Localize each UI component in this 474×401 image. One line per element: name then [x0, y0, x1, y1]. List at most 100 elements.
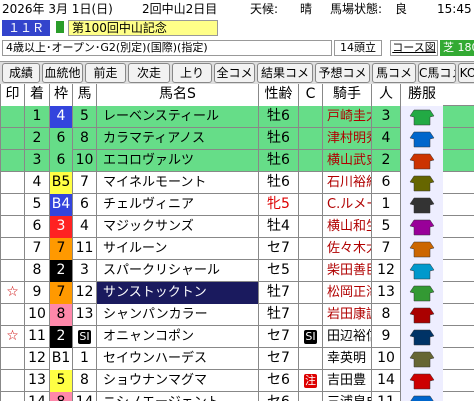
horse-name-cell[interactable]: マイネルモーント: [96, 172, 258, 194]
toolbar-tab-9[interactable]: C馬コメ: [418, 63, 456, 83]
waku-cell: 2: [49, 326, 72, 348]
mark-cell[interactable]: [0, 128, 24, 150]
mark-cell[interactable]: [0, 106, 24, 128]
mark-cell[interactable]: [0, 150, 24, 172]
sex-age-cell: セ7: [258, 238, 298, 260]
horse-name-cell[interactable]: チェルヴィニア: [96, 194, 258, 216]
comment-flag-cell: [298, 282, 322, 304]
table-row[interactable]: 7711サイルーンセ7佐々木大7: [0, 238, 474, 260]
horse-name-cell[interactable]: セイウンハーデス: [96, 348, 258, 370]
jockey-cell[interactable]: 松岡正海: [322, 282, 371, 304]
jockey-cell[interactable]: 石川裕紀: [322, 172, 371, 194]
jockey-cell[interactable]: 柴田善臣: [322, 260, 371, 282]
waku-cell: B5: [49, 172, 72, 194]
toolbar-tab-5[interactable]: 全コメ: [214, 63, 255, 83]
table-row[interactable]: 10813シャンパンカラー牡7岩田康誠8: [0, 304, 474, 326]
sex-age-cell: セ6: [258, 370, 298, 392]
table-row[interactable]: ☆9712サンストックトン牡7 松岡正海13: [0, 282, 474, 304]
silk-icon: [400, 260, 443, 282]
table-row[interactable]: 5B46チェルヴィニア牝5 C.ルメー1: [0, 194, 474, 216]
jockey-cell[interactable]: 横山武史: [322, 150, 371, 172]
jockey-cell[interactable]: 津村明秀: [322, 128, 371, 150]
waku-cell: 7: [49, 238, 72, 260]
horse-name-cell[interactable]: マジックサンズ: [96, 216, 258, 238]
umaban-cell: 13: [72, 304, 96, 326]
table-row[interactable]: 145レーベンスティール牡6 戸崎圭太3: [0, 106, 474, 128]
table-row[interactable]: 3610エコロヴァルツ牡6 横山武史2: [0, 150, 474, 172]
horse-name-cell[interactable]: サイルーン: [96, 238, 258, 260]
waku-cell: 6: [49, 150, 72, 172]
jockey-cell[interactable]: 吉田豊: [322, 370, 371, 392]
mark-cell[interactable]: ☆: [0, 282, 24, 304]
jockey-cell[interactable]: 戸崎圭太: [322, 106, 371, 128]
waku-cell: 6: [49, 128, 72, 150]
toolbar-tab-8[interactable]: 馬コメ: [372, 63, 416, 83]
silk-icon: [400, 216, 443, 238]
table-row[interactable]: 634マジックサンズ牡4 横山和生5: [0, 216, 474, 238]
jockey-cell[interactable]: 田辺裕信: [322, 326, 371, 348]
horse-name-cell[interactable]: オニャンコポン: [96, 326, 258, 348]
popularity-cell: 5: [371, 216, 400, 238]
table-row[interactable]: 268カラマティアノス牡6 津村明秀4: [0, 128, 474, 150]
jockey-cell[interactable]: 横山和生: [322, 216, 371, 238]
comment-flag-cell: SI: [298, 326, 322, 348]
race-conditions: 4歳以上･オープン･G2(別定)(国際)(指定): [2, 40, 332, 56]
comment-flag-cell: [298, 216, 322, 238]
race-conditions-bar: 4歳以上･オープン･G2(別定)(国際)(指定) 14頭立 コース図 芝 180…: [0, 38, 474, 58]
col-header-4: 馬名S: [96, 84, 258, 106]
horse-name-cell[interactable]: ショウナンマグマ: [96, 370, 258, 392]
finish-cell: 11: [24, 326, 49, 348]
flag-tag: 注: [304, 374, 317, 388]
popularity-cell: 10: [371, 348, 400, 370]
comment-flag-cell: [298, 150, 322, 172]
toolbar-tab-10[interactable]: KO: [458, 63, 474, 83]
table-row[interactable]: 13 5 8 ショウナンマグマ セ6 注吉田豊 14: [0, 370, 474, 392]
horse-name-cell[interactable]: スパークリシャール: [96, 260, 258, 282]
surface-badge: 芝 1800: [440, 40, 474, 56]
horse-name-cell[interactable]: サンストックトン: [96, 282, 258, 304]
jockey-cell[interactable]: 岩田康誠: [322, 304, 371, 326]
jockey-cell[interactable]: 三浦皇成: [322, 392, 371, 401]
silk-icon: [400, 282, 443, 304]
mark-cell[interactable]: [0, 392, 24, 401]
jockey-cell[interactable]: 佐々木大: [322, 238, 371, 260]
table-row[interactable]: 12 B1 1 セイウンハーデス セ7 幸英明 10: [0, 348, 474, 370]
horse-name-cell[interactable]: シャンパンカラー: [96, 304, 258, 326]
horse-name-cell[interactable]: レーベンスティール: [96, 106, 258, 128]
mark-cell[interactable]: [0, 260, 24, 282]
mark-cell[interactable]: [0, 172, 24, 194]
mark-cell[interactable]: ☆: [0, 326, 24, 348]
table-row[interactable]: 14814ニシノエージェントセ6三浦皇成11: [0, 392, 474, 401]
waku-cell: 4: [49, 106, 72, 128]
toolbar-tab-0[interactable]: 成績: [2, 63, 40, 83]
mark-cell[interactable]: [0, 238, 24, 260]
finish-cell: 10: [24, 304, 49, 326]
mark-cell[interactable]: [0, 370, 24, 392]
toolbar-tab-3[interactable]: 次走: [128, 63, 170, 83]
race-title: 第100回中山記念: [68, 20, 218, 36]
toolbar-tab-6[interactable]: 結果コメ: [257, 63, 313, 83]
grade-icon: [56, 21, 64, 33]
sex-age-cell: 牡4: [258, 216, 298, 238]
toolbar-tab-4[interactable]: 上り: [172, 63, 212, 83]
jockey-cell[interactable]: C.ルメー: [322, 194, 371, 216]
mark-cell[interactable]: [0, 348, 24, 370]
table-row[interactable]: ☆112 SI オニャンコポンセ7 SI 田辺裕信9: [0, 326, 474, 348]
table-row[interactable]: 823スパークリシャールセ5 柴田善臣12: [0, 260, 474, 282]
silk-icon: [400, 392, 443, 401]
toolbar-tab-2[interactable]: 前走: [85, 63, 126, 83]
mark-cell[interactable]: [0, 194, 24, 216]
mark-cell[interactable]: [0, 304, 24, 326]
comment-flag-cell: [298, 128, 322, 150]
toolbar-tab-7[interactable]: 予想コメ: [315, 63, 370, 83]
horse-name-cell[interactable]: ニシノエージェント: [96, 392, 258, 401]
toolbar-tab-1[interactable]: 血統他: [42, 63, 83, 83]
sex-age-cell: 牡6: [258, 150, 298, 172]
horse-name-cell[interactable]: カラマティアノス: [96, 128, 258, 150]
course-map-link[interactable]: コース図: [390, 40, 438, 56]
silk-icon: [400, 172, 443, 194]
horse-name-cell[interactable]: エコロヴァルツ: [96, 150, 258, 172]
jockey-cell[interactable]: 幸英明: [322, 348, 371, 370]
mark-cell[interactable]: [0, 216, 24, 238]
table-row[interactable]: 4B57マイネルモーント牡6 石川裕紀6: [0, 172, 474, 194]
